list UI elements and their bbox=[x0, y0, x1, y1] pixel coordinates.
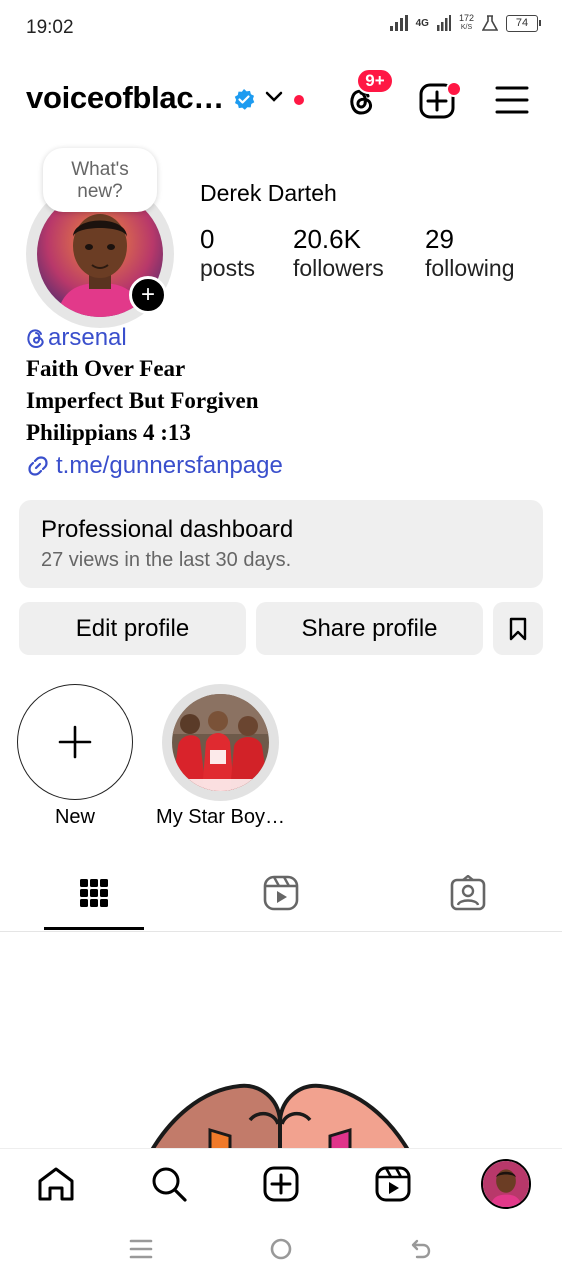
battery-icon: 74 bbox=[506, 14, 541, 32]
grid-icon bbox=[80, 879, 108, 907]
chevron-down-icon[interactable] bbox=[264, 90, 284, 104]
bio-line: Imperfect But Forgiven bbox=[26, 388, 259, 413]
threads-handle: arsenal bbox=[48, 324, 127, 351]
tab-posts-grid[interactable] bbox=[44, 868, 144, 918]
network-type: 4G bbox=[415, 17, 429, 29]
stat-label: posts bbox=[200, 255, 255, 281]
whats-new-text: What's new? bbox=[71, 159, 129, 202]
verified-badge-icon bbox=[234, 89, 255, 110]
bio-line: Philippians 4 :13 bbox=[26, 420, 191, 445]
highlight-thumbnail[interactable] bbox=[172, 694, 269, 791]
stat-posts[interactable]: 0 posts bbox=[200, 224, 255, 282]
back-arrow-icon bbox=[411, 1239, 431, 1259]
search-icon bbox=[152, 1167, 187, 1202]
home-icon bbox=[38, 1167, 74, 1201]
active-tab-indicator bbox=[44, 927, 144, 930]
recent-apps-button[interactable] bbox=[124, 1232, 158, 1266]
edit-profile-button[interactable]: Edit profile bbox=[19, 602, 246, 655]
dashboard-subtitle: 27 views in the last 30 days. bbox=[41, 549, 292, 571]
nav-search[interactable] bbox=[147, 1162, 191, 1206]
link-icon bbox=[28, 456, 48, 476]
stat-followers[interactable]: 20.6K followers bbox=[293, 224, 384, 282]
stat-value: 20.6K bbox=[293, 224, 361, 254]
highlight-label: My Star Boy… bbox=[156, 806, 285, 828]
stat-following[interactable]: 29 following bbox=[425, 224, 515, 282]
bio-link-text: t.me/gunnersfanpage bbox=[56, 452, 283, 479]
threads-icon bbox=[27, 329, 44, 349]
new-highlight-button[interactable] bbox=[17, 684, 133, 800]
account-notification-dot bbox=[294, 95, 304, 105]
back-system-button[interactable] bbox=[404, 1232, 438, 1266]
tab-reels[interactable] bbox=[231, 868, 331, 918]
highlight-label: New bbox=[54, 806, 95, 828]
signal-icon-2 bbox=[436, 15, 451, 31]
bio-link[interactable]: t.me/gunnersfanpage bbox=[26, 452, 283, 480]
whats-new-bubble[interactable]: What's new? bbox=[43, 148, 157, 212]
nav-create[interactable] bbox=[259, 1162, 303, 1206]
notification-badge: 9+ bbox=[356, 68, 394, 94]
signal-icon bbox=[389, 15, 408, 31]
status-icons: 4G 172 K/S 74 bbox=[389, 13, 541, 32]
stat-label: following bbox=[425, 255, 515, 281]
add-story-button[interactable]: + bbox=[129, 276, 167, 314]
status-time: 19:02 bbox=[26, 17, 74, 38]
bio-line: Faith Over Fear bbox=[26, 356, 186, 381]
professional-dashboard-card[interactable] bbox=[19, 500, 543, 588]
create-icon bbox=[263, 1166, 299, 1202]
plus-icon bbox=[58, 725, 92, 759]
reels-icon bbox=[375, 1166, 411, 1202]
empty-state-hands-illustration bbox=[150, 1083, 410, 1150]
flask-icon bbox=[482, 15, 498, 31]
highlight-photo bbox=[172, 694, 269, 791]
hamburger-menu-icon bbox=[495, 86, 529, 114]
nav-profile[interactable] bbox=[481, 1159, 531, 1209]
bookmark-icon bbox=[509, 617, 527, 640]
username-switcher[interactable]: voiceofblac… bbox=[26, 80, 224, 116]
dashboard-title: Professional dashboard bbox=[41, 516, 294, 543]
reels-icon bbox=[263, 875, 299, 911]
stat-label: followers bbox=[293, 255, 384, 281]
saved-button[interactable] bbox=[493, 602, 543, 655]
tagged-icon bbox=[450, 875, 486, 911]
share-profile-button[interactable]: Share profile bbox=[256, 602, 483, 655]
tab-tagged[interactable] bbox=[418, 868, 518, 918]
threads-profile-link[interactable]: arsenal bbox=[26, 324, 127, 352]
create-notification-dot bbox=[446, 81, 462, 97]
tab-divider bbox=[0, 931, 562, 932]
profile-avatar bbox=[483, 1161, 529, 1207]
nav-reels[interactable] bbox=[371, 1162, 415, 1206]
full-name: Derek Darteh bbox=[200, 180, 337, 206]
home-system-button[interactable] bbox=[264, 1232, 298, 1266]
net-speed: 172 K/S bbox=[458, 13, 474, 32]
recent-apps-icon bbox=[129, 1239, 153, 1259]
circle-home-icon bbox=[270, 1238, 292, 1260]
menu-button[interactable] bbox=[494, 82, 530, 118]
stat-value: 0 bbox=[200, 224, 215, 254]
nav-home[interactable] bbox=[34, 1162, 78, 1206]
stat-value: 29 bbox=[425, 224, 454, 254]
